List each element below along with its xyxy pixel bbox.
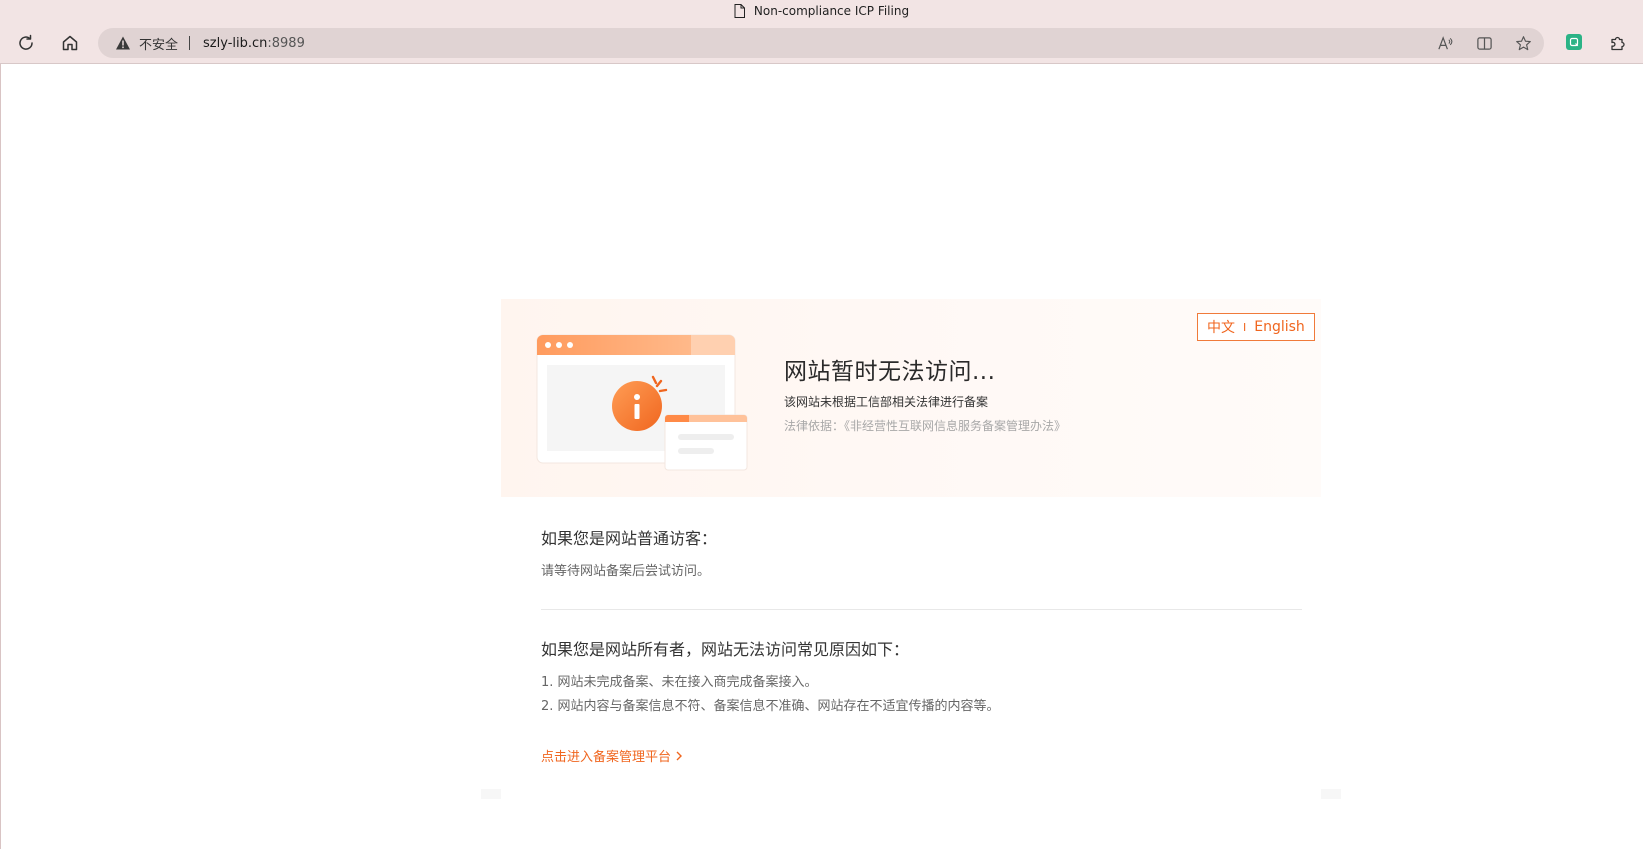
home-button[interactable] xyxy=(55,28,85,58)
browser-toolbar: 不安全 szly-lib.cn:8989 xyxy=(0,22,1643,64)
card-shadow-left xyxy=(481,789,501,799)
language-switch[interactable]: 中文 I English xyxy=(1197,313,1315,341)
browser-info-illustration xyxy=(536,334,748,471)
window-left-edge xyxy=(0,64,1,849)
puzzle-icon xyxy=(1611,36,1625,51)
chevron-right-icon xyxy=(676,751,683,760)
filing-platform-link[interactable]: 点击进入备案管理平台 xyxy=(541,746,683,765)
section-divider xyxy=(541,609,1302,610)
platform-link-label[interactable]: 点击进入备案管理平台 xyxy=(541,746,671,765)
extension-glyph-icon xyxy=(1569,37,1579,47)
lang-divider: I xyxy=(1243,320,1247,334)
home-icon xyxy=(62,35,78,51)
split-screen-button[interactable] xyxy=(1475,34,1493,52)
owner-heading: 如果您是网站所有者，网站无法访问常见原因如下： xyxy=(541,640,910,659)
tab-title: Non-compliance ICP Filing xyxy=(753,4,910,18)
address-bar[interactable]: 不安全 szly-lib.cn:8989 xyxy=(98,28,1544,58)
refresh-icon xyxy=(19,34,33,50)
refresh-button[interactable] xyxy=(11,28,41,58)
extensions-menu-button[interactable] xyxy=(1603,28,1633,58)
favorite-button[interactable] xyxy=(1514,34,1532,52)
address-separator xyxy=(189,36,191,50)
star-icon xyxy=(1515,35,1531,50)
url-port: :8989 xyxy=(267,35,305,51)
law-basis: 法律依据：《非经营性互联网信息服务备案管理办法》 xyxy=(784,419,1067,433)
lang-zh-option[interactable]: 中文 xyxy=(1207,317,1235,337)
page-title: 网站暂时无法访问... xyxy=(784,359,996,385)
visitor-heading: 如果您是网站普通访客： xyxy=(541,529,718,548)
warning-icon[interactable] xyxy=(115,35,131,51)
document-icon xyxy=(734,4,745,18)
visitor-text: 请等待网站备案后尝试访问。 xyxy=(541,564,711,579)
lang-en-option[interactable]: English xyxy=(1254,319,1305,335)
list-item: 2. 网站内容与备案信息不符、备案信息不准确、网站存在不适宜传播的内容等。 xyxy=(541,699,1000,714)
extension-icon[interactable] xyxy=(1566,34,1582,50)
card-shadow-right xyxy=(1321,789,1341,799)
split-screen-icon xyxy=(1476,36,1492,50)
list-item: 1. 网站未完成备案、未在接入商完成备案接入。 xyxy=(541,675,818,690)
reason-list: 1. 网站未完成备案、未在接入商完成备案接入。 2. 网站内容与备案信息不符、备… xyxy=(541,671,1000,719)
read-aloud-button[interactable] xyxy=(1436,34,1454,52)
window-titlebar: Non-compliance ICP Filing xyxy=(0,0,1643,22)
read-aloud-icon xyxy=(1437,35,1452,49)
url-text[interactable]: szly-lib.cn:8989 xyxy=(203,36,305,51)
security-label[interactable]: 不安全 xyxy=(139,34,178,53)
url-host: szly-lib.cn xyxy=(203,35,268,51)
filing-notice: 该网站未根据工信部相关法律进行备案 xyxy=(784,395,989,409)
